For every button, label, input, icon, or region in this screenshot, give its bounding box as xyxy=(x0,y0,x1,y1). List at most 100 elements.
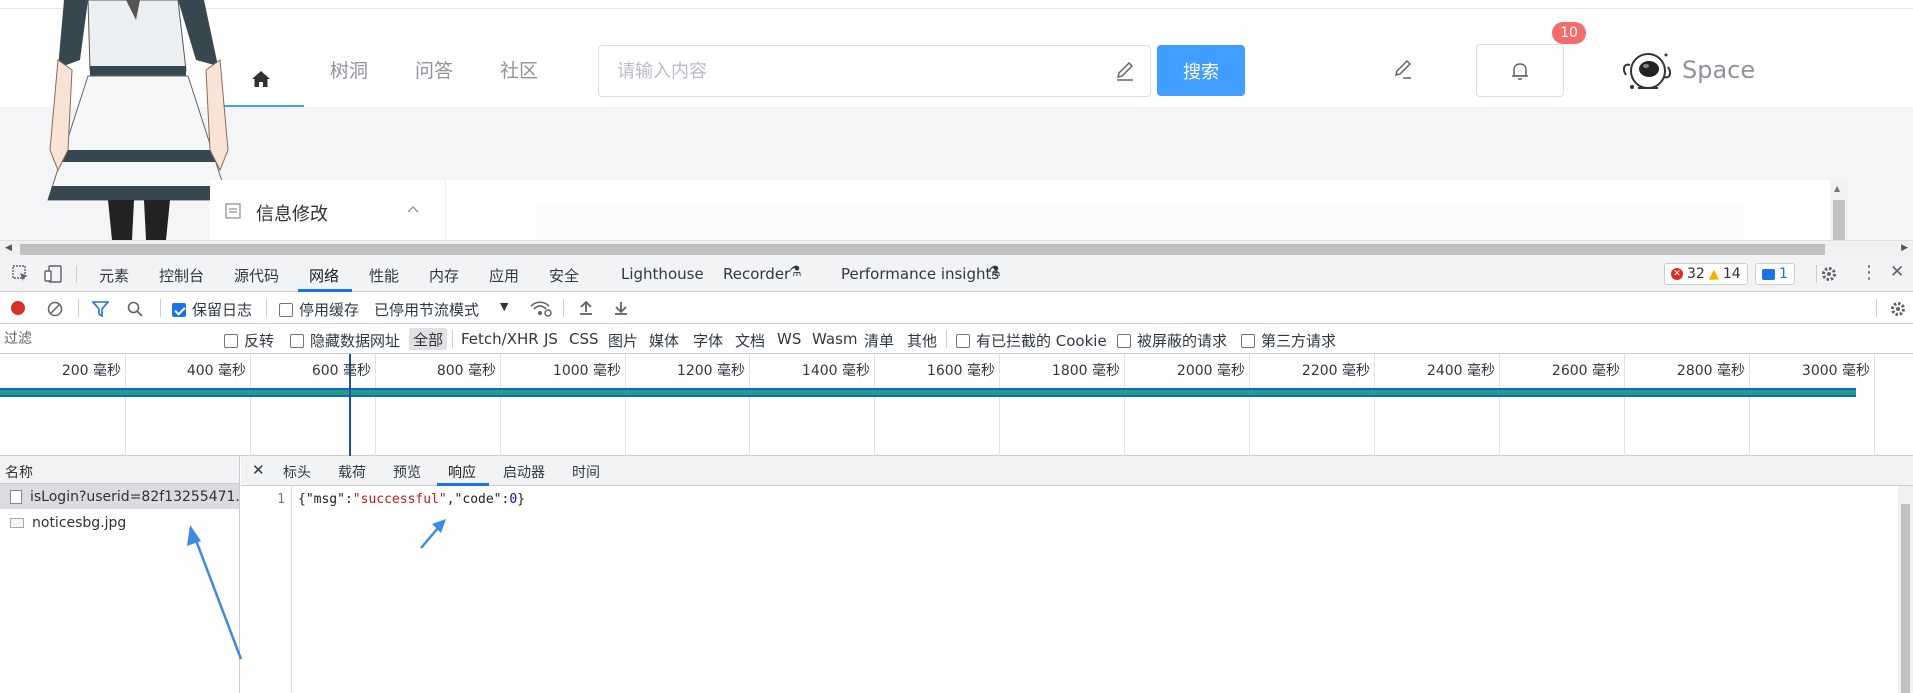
filter-type-js[interactable]: JS xyxy=(544,330,558,348)
tab-headers[interactable]: 标头 xyxy=(283,462,311,482)
filter-type-css[interactable]: CSS xyxy=(569,330,599,348)
timeline-grid-line xyxy=(500,354,501,456)
invert-checkbox[interactable]: 反转 xyxy=(224,330,274,351)
edit-icon[interactable] xyxy=(1391,57,1415,81)
scroll-right-arrow-icon[interactable]: ▶ xyxy=(1901,243,1908,253)
dropdown-arrow-icon[interactable]: ▼ xyxy=(500,300,508,313)
pen-icon[interactable] xyxy=(1114,60,1136,82)
messages-counter[interactable]: 1 xyxy=(1755,263,1795,285)
filter-type-img[interactable]: 图片 xyxy=(608,330,638,351)
disable-cache-label: 停用缓存 xyxy=(299,301,360,319)
hide-data-urls-checkbox[interactable]: 隐藏数据网址 xyxy=(290,330,400,351)
hide-data-urls-label: 隐藏数据网址 xyxy=(310,332,401,350)
filter-type-doc[interactable]: 文档 xyxy=(735,330,765,351)
import-har-icon[interactable] xyxy=(578,300,594,316)
search-icon[interactable] xyxy=(127,301,143,317)
tab-sources[interactable]: 源代码 xyxy=(234,265,279,286)
scrollbar-thumb[interactable] xyxy=(20,244,1825,255)
page-horizontal-scrollbar[interactable]: ◀ ▶ xyxy=(0,240,1913,256)
filter-type-media[interactable]: 媒体 xyxy=(649,330,679,351)
checkbox-unchecked[interactable] xyxy=(956,333,970,348)
filter-type-ws[interactable]: WS xyxy=(777,330,801,348)
checkbox-unchecked[interactable] xyxy=(279,302,293,317)
scrollbar-thumb[interactable] xyxy=(1833,200,1845,240)
filter-type-manifest[interactable]: 清单 xyxy=(864,330,894,351)
json-key: "msg" xyxy=(305,492,345,507)
clear-icon[interactable] xyxy=(47,301,63,317)
comma: , xyxy=(446,492,455,507)
settings-gear-icon[interactable] xyxy=(1820,265,1838,283)
tab-lighthouse[interactable]: Lighthouse xyxy=(621,265,704,283)
search-input[interactable] xyxy=(617,58,1077,84)
preserve-log-checkbox[interactable]: 保留日志 xyxy=(172,299,252,320)
search-button[interactable]: 搜索 xyxy=(1157,45,1245,96)
nav-treehole[interactable]: 树洞 xyxy=(330,56,368,83)
close-detail-icon[interactable]: ✕ xyxy=(252,461,265,479)
more-options-icon[interactable]: ⋮ xyxy=(1860,262,1878,283)
notification-button[interactable] xyxy=(1476,44,1564,97)
request-detail: ✕ 标头 载荷 预览 响应 启动器 时间 1 {"msg":"successfu… xyxy=(241,456,1913,693)
filter-type-wasm[interactable]: Wasm xyxy=(812,330,858,348)
checkbox-unchecked[interactable] xyxy=(224,333,238,348)
tab-recorder[interactable]: Recorder xyxy=(723,265,790,283)
export-har-icon[interactable] xyxy=(613,300,629,316)
response-body[interactable]: {"msg":"successful","code":0} xyxy=(298,492,525,507)
tab-network[interactable]: 网络 xyxy=(309,265,339,286)
tab-memory[interactable]: 内存 xyxy=(429,265,459,286)
scroll-up-arrow-icon[interactable]: ▲ xyxy=(1834,184,1840,193)
tab-response[interactable]: 响应 xyxy=(448,462,476,482)
third-party-checkbox[interactable]: 第三方请求 xyxy=(1241,330,1336,351)
tab-console[interactable]: 控制台 xyxy=(159,265,204,286)
inspect-element-icon[interactable] xyxy=(12,265,30,283)
device-toolbar-icon[interactable] xyxy=(44,265,62,283)
line-number: 1 xyxy=(277,492,285,507)
side-menu-info-edit[interactable]: 信息修改 xyxy=(256,200,328,226)
filter-type-all[interactable]: 全部 xyxy=(409,328,448,350)
response-vertical-scrollbar[interactable] xyxy=(1898,486,1913,693)
scrollbar-thumb[interactable] xyxy=(1901,504,1910,693)
nav-community[interactable]: 社区 xyxy=(500,56,538,83)
brand-name[interactable]: Space xyxy=(1682,56,1755,84)
checkbox-unchecked[interactable] xyxy=(1117,333,1131,348)
timeline-tick-label: 1200 毫秒 xyxy=(676,363,745,379)
chevron-up-icon[interactable] xyxy=(406,204,420,214)
name-column-header[interactable]: 名称 xyxy=(0,456,239,484)
record-icon[interactable] xyxy=(11,301,25,315)
filter-type-font[interactable]: 字体 xyxy=(693,330,723,351)
tab-application[interactable]: 应用 xyxy=(489,265,519,286)
throttle-select[interactable]: 已停用节流模式 xyxy=(374,299,479,320)
filter-type-fetch-xhr[interactable]: Fetch/XHR xyxy=(461,330,539,348)
checkbox-unchecked[interactable] xyxy=(1241,333,1255,348)
page-vertical-scrollbar[interactable]: ▲ xyxy=(1830,180,1848,240)
filter-funnel-icon[interactable] xyxy=(92,301,109,317)
tab-security[interactable]: 安全 xyxy=(549,265,579,286)
tab-preview[interactable]: 预览 xyxy=(393,462,421,482)
tab-performance-insights[interactable]: Performance insights xyxy=(841,265,999,283)
tab-performance[interactable]: 性能 xyxy=(369,265,399,286)
tab-elements[interactable]: 元素 xyxy=(99,265,129,286)
tab-timing[interactable]: 时间 xyxy=(572,462,600,482)
disable-cache-checkbox[interactable]: 停用缓存 xyxy=(279,299,359,320)
tab-payload[interactable]: 载荷 xyxy=(338,462,366,482)
network-settings-gear-icon[interactable] xyxy=(1889,300,1907,318)
active-detail-tab-indicator xyxy=(437,483,489,486)
astronaut-logo-icon[interactable] xyxy=(1618,47,1674,95)
blocked-cookies-checkbox[interactable]: 有已拦截的 Cookie xyxy=(956,330,1107,351)
filter-input[interactable] xyxy=(4,328,210,350)
nav-qa[interactable]: 问答 xyxy=(415,56,453,83)
checkbox-checked[interactable] xyxy=(172,302,186,317)
filter-type-other[interactable]: 其他 xyxy=(907,330,937,351)
network-conditions-icon[interactable] xyxy=(530,300,552,318)
request-list: 名称 isLogin?userid=82f13255471... notices… xyxy=(0,456,240,693)
scroll-left-arrow-icon[interactable]: ◀ xyxy=(5,243,12,253)
tab-initiator[interactable]: 启动器 xyxy=(503,462,545,482)
blocked-requests-checkbox[interactable]: 被屏蔽的请求 xyxy=(1117,330,1227,351)
checkbox-unchecked[interactable] xyxy=(290,333,304,348)
request-row[interactable]: isLogin?userid=82f13255471... xyxy=(0,484,239,509)
devtools-tabbar: 元素 控制台 源代码 网络 性能 内存 应用 安全 Lighthouse Rec… xyxy=(0,256,1913,292)
close-devtools-icon[interactable]: ✕ xyxy=(1890,262,1904,282)
blocked-cookies-label: 有已拦截的 Cookie xyxy=(976,332,1107,350)
issues-counter[interactable]: ✕ 32 ▲ 14 xyxy=(1664,263,1748,285)
request-row[interactable]: noticesbg.jpg xyxy=(0,510,239,535)
network-overview-timeline[interactable]: 200 毫秒 400 毫秒 600 毫秒 800 毫秒 1000 毫秒 1200 毫秒 14… xyxy=(0,354,1913,456)
